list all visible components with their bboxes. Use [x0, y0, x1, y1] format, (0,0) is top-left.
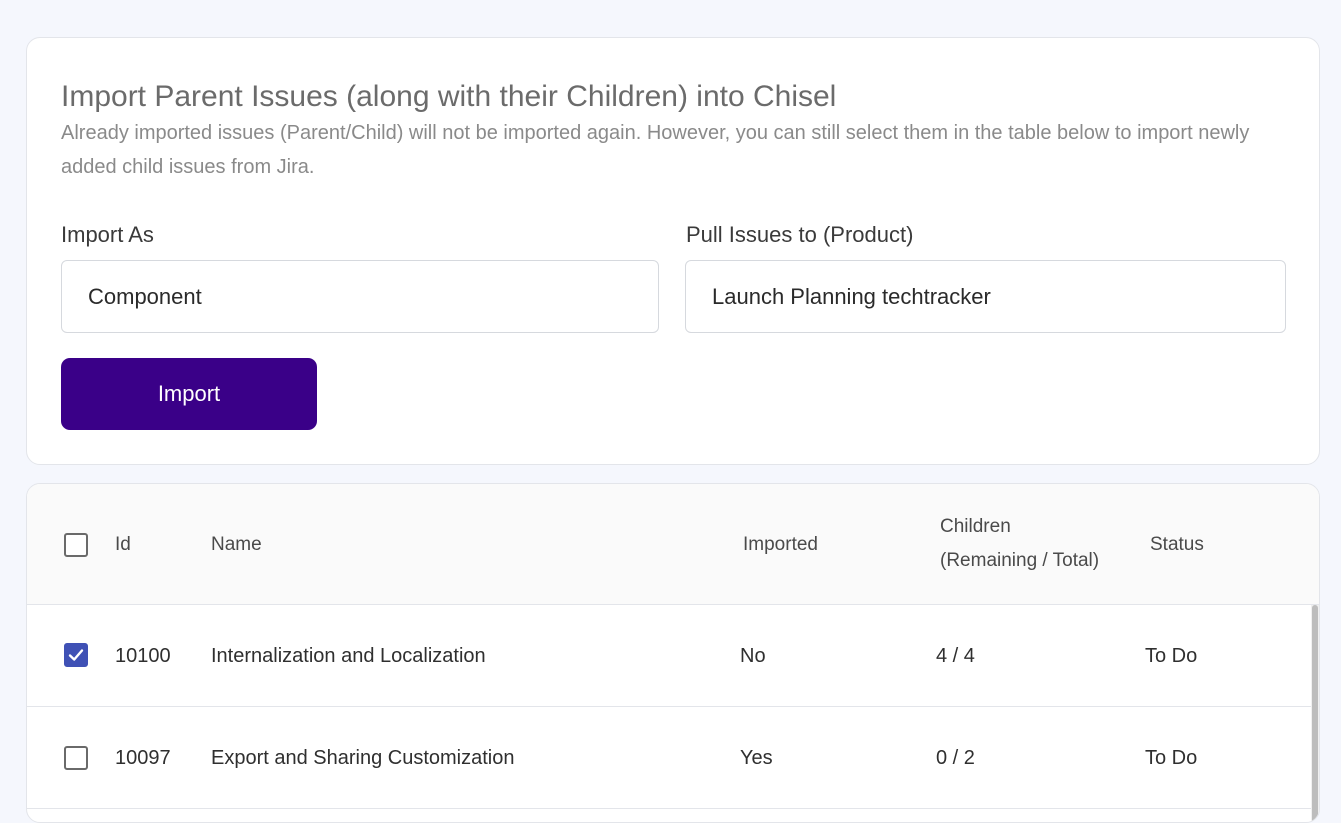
import-as-select[interactable]: Component: [61, 260, 659, 333]
row-imported: No: [740, 645, 766, 667]
table-header: Id Name Imported Children (Remaining / T…: [27, 484, 1319, 605]
row-name: Export and Sharing Customization: [211, 747, 515, 769]
header-children-subtitle: (Remaining / Total): [940, 550, 1100, 571]
import-button[interactable]: Import: [61, 358, 317, 430]
header-children[interactable]: Children (Remaining / Total): [940, 510, 1099, 578]
import-panel-title: Import Parent Issues (along with their C…: [61, 80, 837, 113]
row-id: 10100: [115, 645, 171, 667]
check-icon: [68, 649, 84, 661]
row-name: Internalization and Localization: [211, 645, 486, 667]
row-status: To Do: [1145, 645, 1198, 667]
import-as-label: Import As: [61, 222, 154, 247]
row-id: 10097: [115, 747, 171, 769]
import-panel: Import Parent Issues (along with their C…: [26, 37, 1320, 465]
import-panel-description: Already imported issues (Parent/Child) w…: [61, 122, 1250, 178]
row-checkbox[interactable]: [64, 746, 88, 770]
row-children: 0 / 2: [936, 747, 975, 769]
header-status[interactable]: Status: [1150, 534, 1204, 556]
table-scrollbar-thumb[interactable]: [1312, 605, 1318, 822]
header-children-title: Children: [940, 516, 1011, 537]
header-imported[interactable]: Imported: [743, 534, 818, 556]
header-id[interactable]: Id: [115, 534, 131, 556]
row-checkbox[interactable]: [64, 643, 88, 667]
row-status: To Do: [1145, 747, 1198, 769]
row-imported: Yes: [740, 747, 773, 769]
pull-issues-label: Pull Issues to (Product): [686, 222, 914, 247]
table-row[interactable]: 10097 Export and Sharing Customization Y…: [27, 707, 1313, 809]
row-children: 4 / 4: [936, 645, 975, 667]
product-select[interactable]: Launch Planning techtracker: [685, 260, 1286, 333]
table-row[interactable]: 10100 Internalization and Localization N…: [27, 605, 1313, 707]
issues-table: Id Name Imported Children (Remaining / T…: [26, 483, 1320, 823]
header-name[interactable]: Name: [211, 534, 262, 556]
select-all-checkbox[interactable]: [64, 533, 88, 557]
